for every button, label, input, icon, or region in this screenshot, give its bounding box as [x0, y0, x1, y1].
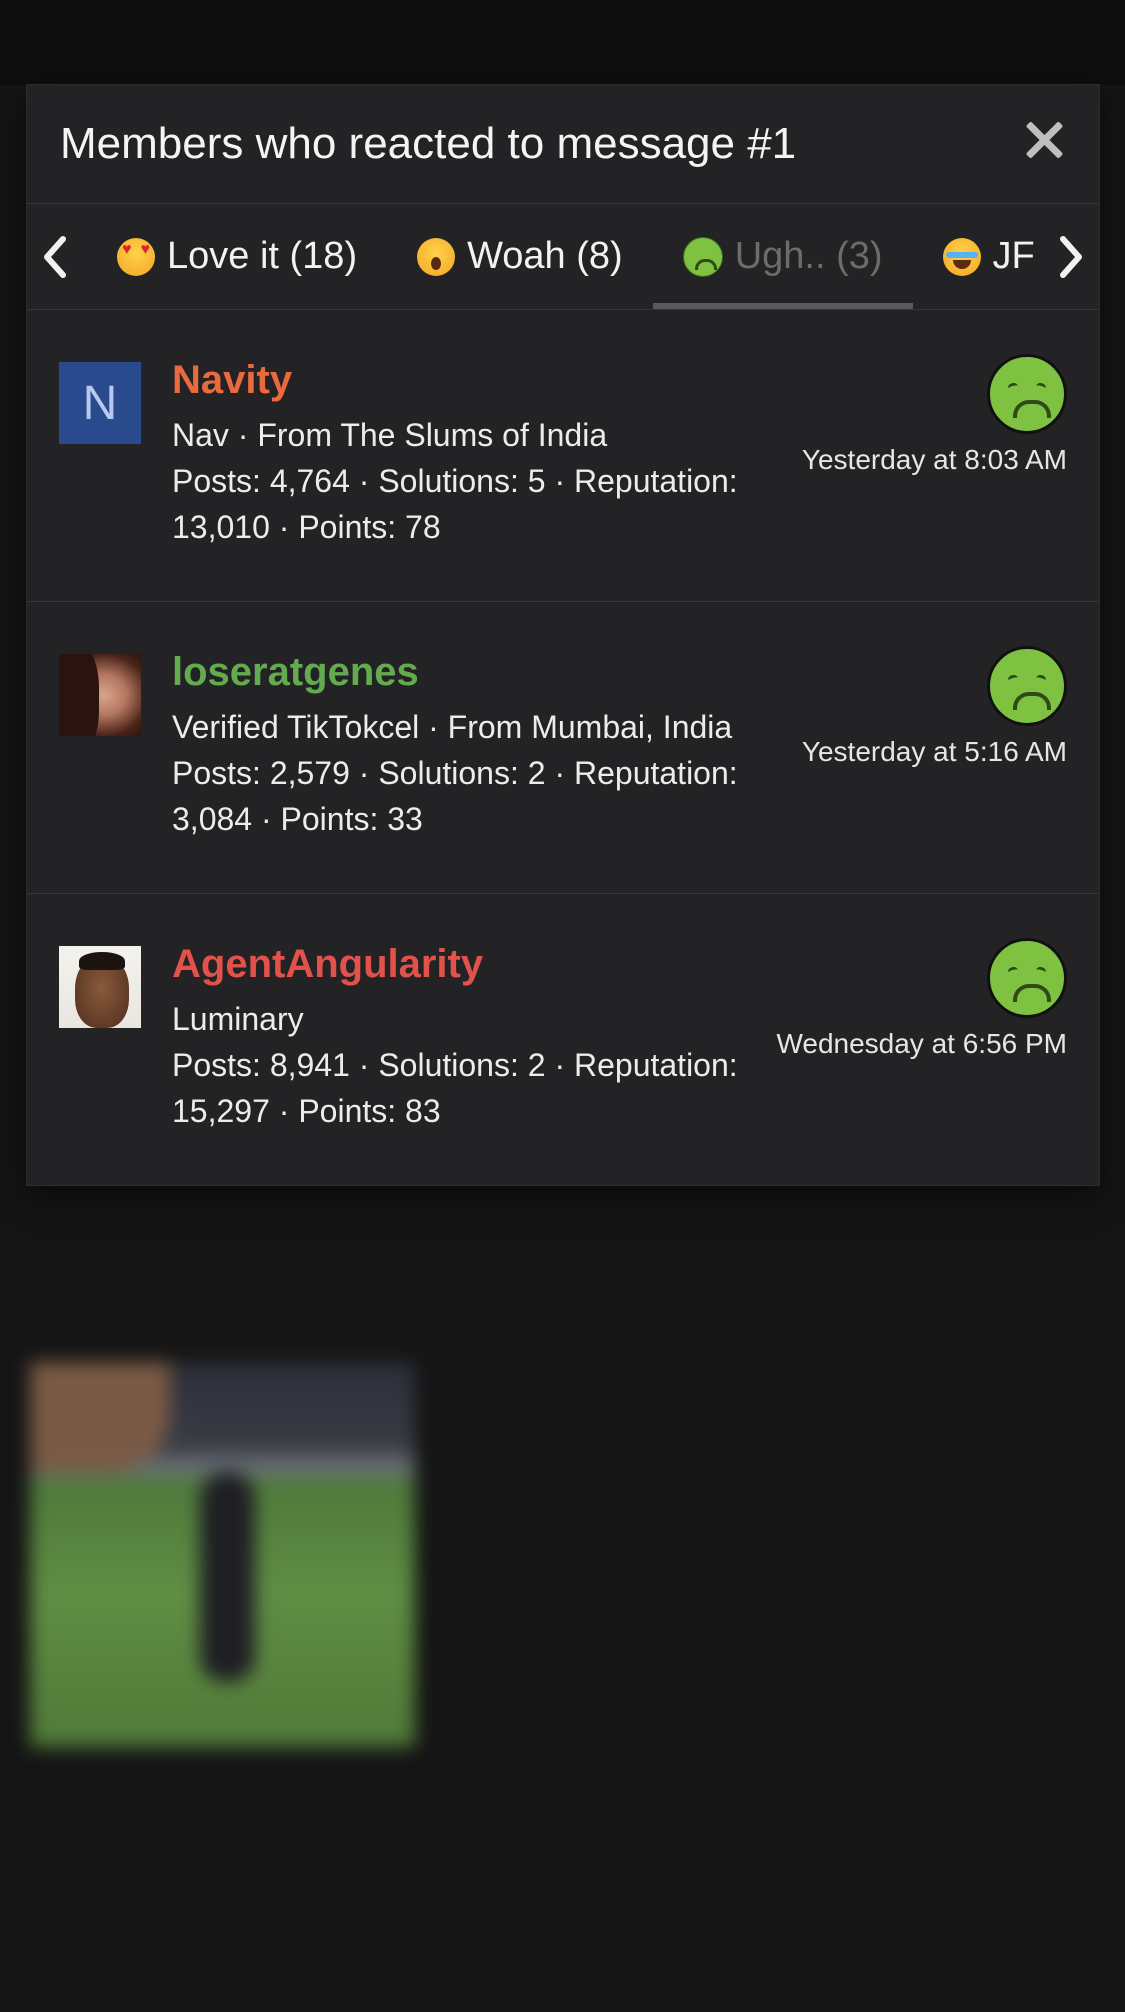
member-stats: Posts: 4,764 · Solutions: 5 · Reputation… — [172, 463, 738, 545]
nauseated-emoji-icon — [987, 354, 1067, 434]
member-title: Nav · From The Slums of India — [172, 417, 608, 453]
top-bar — [0, 0, 1125, 85]
tab-jf[interactable]: JF — [913, 204, 1065, 309]
chevron-right-icon — [1060, 235, 1082, 278]
modal-title: Members who reacted to message #1 — [60, 119, 797, 168]
heart-eyes-emoji-icon — [117, 237, 155, 276]
member-info: Luminary Posts: 8,941 · Solutions: 2 · R… — [172, 996, 772, 1134]
member-title: Luminary — [172, 1001, 304, 1037]
list-item: loseratgenes Verified TikTokcel · From M… — [27, 602, 1099, 894]
close-icon[interactable] — [1019, 115, 1069, 165]
tab-ugh[interactable]: Ugh.. (3) — [652, 204, 913, 309]
nauseated-emoji-icon — [987, 938, 1067, 1018]
member-title: Verified TikTokcel · From Mumbai, India — [172, 709, 733, 745]
modal-header: Members who reacted to message #1 — [27, 85, 1099, 204]
reaction-time: Wednesday at 6:56 PM — [776, 1028, 1067, 1059]
member-name[interactable]: AgentAngularity — [172, 942, 483, 987]
scroll-right-button[interactable] — [1043, 204, 1099, 309]
avatar[interactable] — [59, 654, 141, 736]
member-name[interactable]: loseratgenes — [172, 650, 419, 695]
list-item: AgentAngularity Luminary Posts: 8,941 · … — [27, 894, 1099, 1185]
member-stats: Posts: 2,579 · Solutions: 2 · Reputation… — [172, 755, 738, 837]
member-info: Nav · From The Slums of India Posts: 4,7… — [172, 412, 772, 550]
avatar[interactable]: N — [59, 362, 141, 444]
tab-label: Woah (8) — [467, 235, 623, 277]
reaction-tabs: Love it (18) Woah (8) Ugh.. (3) JF — [27, 204, 1099, 310]
chevron-left-icon — [44, 235, 66, 278]
member-info: Verified TikTokcel · From Mumbai, India … — [172, 704, 772, 842]
astonished-emoji-icon — [417, 237, 456, 276]
reaction-time: Yesterday at 5:16 AM — [801, 736, 1067, 767]
list-item: N Navity Nav · From The Slums of India P… — [27, 310, 1099, 602]
tears-of-joy-emoji-icon — [942, 237, 981, 276]
blurred-post-image — [30, 1362, 415, 1747]
scroll-left-button[interactable] — [27, 204, 83, 309]
nauseated-emoji-icon — [987, 646, 1067, 726]
tab-label: JF — [992, 235, 1035, 277]
avatar[interactable] — [59, 946, 141, 1028]
tab-woah[interactable]: Woah (8) — [387, 204, 653, 309]
nauseated-emoji-icon — [682, 236, 723, 277]
member-stats: Posts: 8,941 · Solutions: 2 · Reputation… — [172, 1047, 738, 1129]
tab-label: Ugh.. (3) — [734, 235, 883, 277]
reaction-time: Yesterday at 8:03 AM — [801, 444, 1067, 475]
reactions-modal: Members who reacted to message #1 Love i… — [26, 84, 1100, 1186]
member-name[interactable]: Navity — [172, 358, 292, 403]
tab-love-it[interactable]: Love it (18) — [87, 204, 387, 309]
member-list: N Navity Nav · From The Slums of India P… — [27, 310, 1099, 1185]
tab-label: Love it (18) — [167, 235, 358, 277]
